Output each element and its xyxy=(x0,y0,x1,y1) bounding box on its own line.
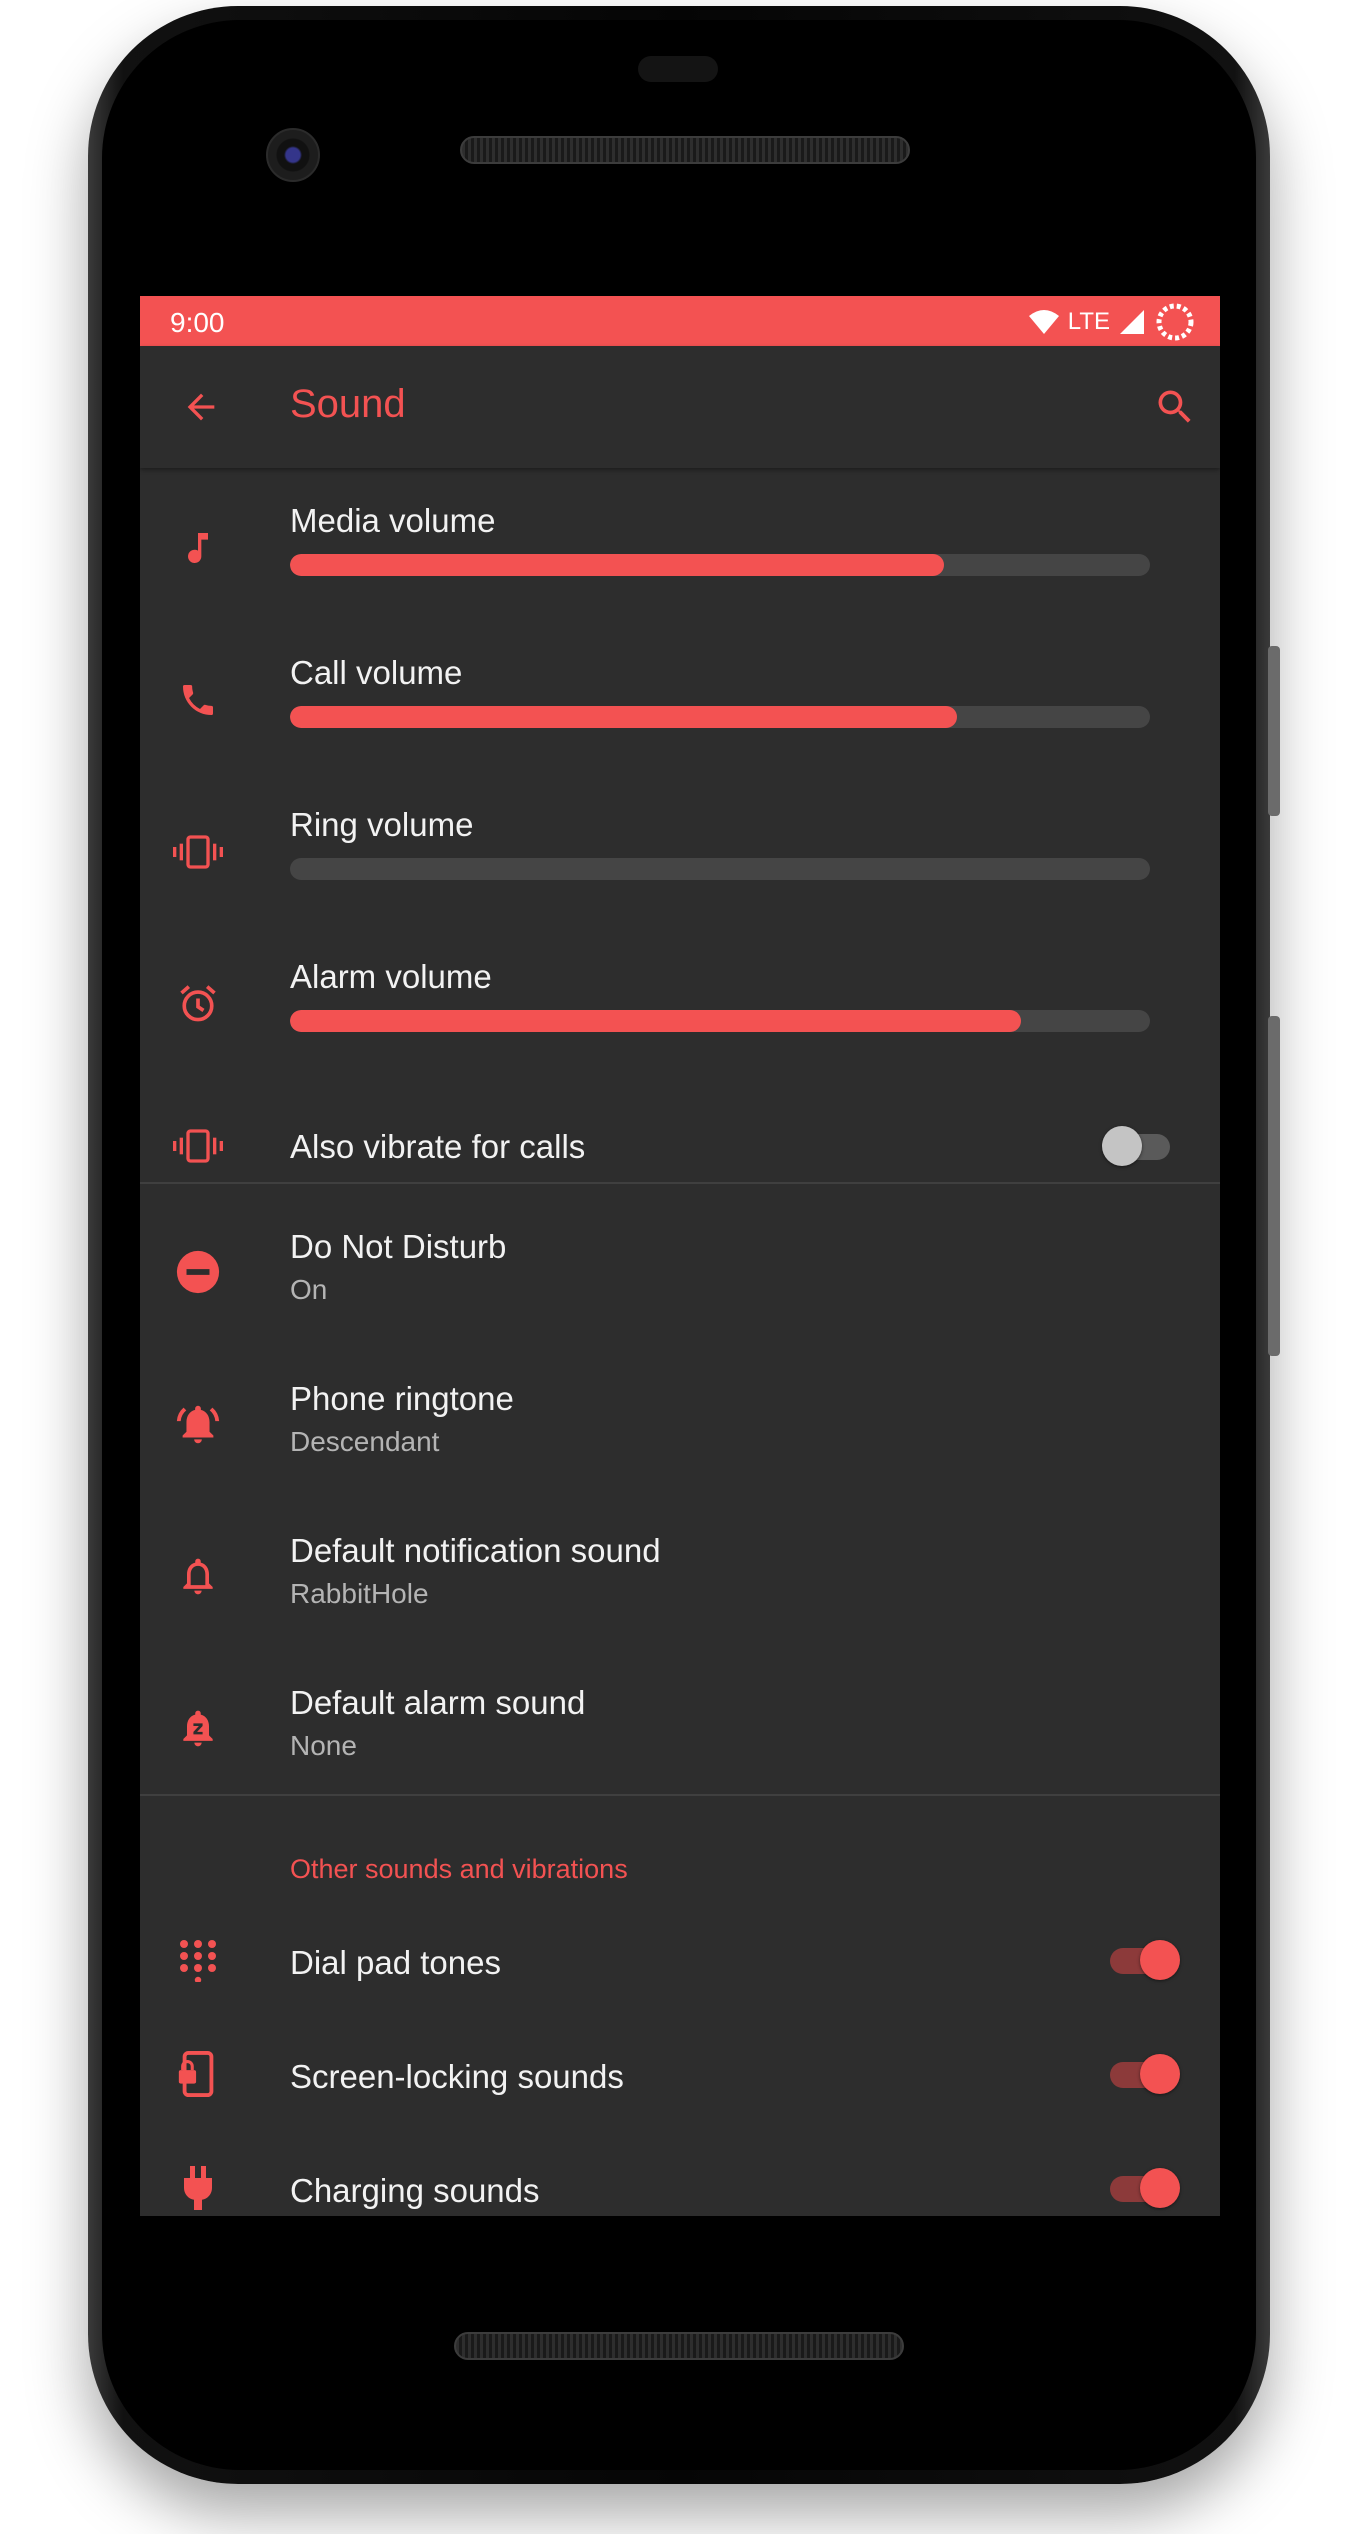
setting-summary: None xyxy=(290,1730,357,1761)
volume-label: Media volume xyxy=(290,502,496,539)
divider xyxy=(140,1794,1220,1796)
proximity-sensor xyxy=(638,56,718,82)
music-note-icon xyxy=(170,520,226,576)
vibrate-for-calls-row[interactable]: Also vibrate for calls xyxy=(140,1096,1220,1196)
volume-row-media: Media volume xyxy=(140,486,1220,626)
call-volume-fill xyxy=(290,706,957,728)
setting-title: Do Not Disturb xyxy=(290,1228,507,1265)
setting-title: Default notification sound xyxy=(290,1532,661,1569)
search-icon xyxy=(1153,385,1197,429)
app-bar: Sound xyxy=(140,346,1220,468)
charging-plug-icon xyxy=(170,2160,226,2216)
alarm-volume-fill xyxy=(290,1010,1021,1032)
toggle-row-charging-sounds[interactable]: Charging sounds xyxy=(140,2134,1220,2216)
toggle-row-screen-locking-sounds[interactable]: Screen-locking sounds xyxy=(140,2020,1220,2130)
dialpad-icon xyxy=(170,1932,226,1988)
ringing-bell-icon xyxy=(170,1396,226,1452)
status-bar: 9:00 LTE xyxy=(140,296,1220,346)
top-speaker-grille xyxy=(460,136,910,164)
alarm-volume-slider[interactable] xyxy=(290,1010,1150,1032)
charging-sounds-switch[interactable] xyxy=(1110,2168,1180,2208)
vibrate-for-calls-label: Also vibrate for calls xyxy=(290,1128,586,1165)
screen: 9:00 LTE Sound Media volume Call volume … xyxy=(140,296,1220,2216)
back-button[interactable] xyxy=(176,382,226,432)
search-button[interactable] xyxy=(1150,382,1200,432)
setting-summary: On xyxy=(290,1274,328,1305)
setting-summary: RabbitHole xyxy=(290,1578,429,1609)
toggle-label: Charging sounds xyxy=(290,2172,540,2209)
setting-title: Default alarm sound xyxy=(290,1684,586,1721)
phone-icon xyxy=(170,672,226,728)
section-header: Other sounds and vibrations xyxy=(290,1854,628,1884)
volume-label: Call volume xyxy=(290,654,463,691)
volume-row-alarm: Alarm volume xyxy=(140,942,1220,1082)
do-not-disturb-icon xyxy=(170,1244,226,1300)
signal-icon xyxy=(1118,308,1146,336)
network-type: LTE xyxy=(1067,308,1110,335)
toggle-label: Dial pad tones xyxy=(290,1944,501,1981)
ring-volume-slider[interactable] xyxy=(290,858,1150,880)
setting-do-not-disturb[interactable]: Do Not Disturb On xyxy=(140,1196,1220,1346)
media-volume-fill xyxy=(290,554,944,576)
vibrate-icon xyxy=(170,1118,226,1174)
alarm-sleep-icon xyxy=(170,1700,226,1756)
bell-icon xyxy=(170,1548,226,1604)
divider xyxy=(140,1182,1220,1184)
setting-alarm-sound[interactable]: Default alarm sound None xyxy=(140,1652,1220,1802)
power-button xyxy=(1268,646,1280,816)
media-volume-slider[interactable] xyxy=(290,554,1150,576)
front-camera xyxy=(266,128,320,182)
volume-button xyxy=(1268,1016,1280,1356)
setting-notification-sound[interactable]: Default notification sound RabbitHole xyxy=(140,1500,1220,1650)
status-time: 9:00 xyxy=(170,307,225,338)
screen-lock-icon xyxy=(170,2046,226,2102)
setting-title: Phone ringtone xyxy=(290,1380,514,1417)
screen-locking-sounds-switch[interactable] xyxy=(1110,2054,1180,2094)
vibrate-for-calls-switch[interactable] xyxy=(1102,1126,1170,1166)
volume-label: Alarm volume xyxy=(290,958,492,995)
setting-phone-ringtone[interactable]: Phone ringtone Descendant xyxy=(140,1348,1220,1498)
page-title: Sound xyxy=(290,382,406,426)
status-icons: LTE xyxy=(1028,302,1196,342)
back-arrow-icon xyxy=(181,387,221,427)
volume-row-ring: Ring volume xyxy=(140,790,1220,930)
bottom-speaker-grille xyxy=(454,2332,904,2360)
volume-row-call: Call volume xyxy=(140,638,1220,778)
vibrate-icon xyxy=(170,824,226,880)
alarm-clock-icon xyxy=(170,976,226,1032)
toggle-label: Screen-locking sounds xyxy=(290,2058,624,2095)
wifi-icon xyxy=(1028,308,1060,336)
battery-loading-icon xyxy=(1154,301,1196,343)
dial-pad-tones-switch[interactable] xyxy=(1110,1940,1180,1980)
setting-summary: Descendant xyxy=(290,1426,440,1457)
toggle-row-dial-pad-tones[interactable]: Dial pad tones xyxy=(140,1906,1220,2016)
volume-label: Ring volume xyxy=(290,806,474,843)
call-volume-slider[interactable] xyxy=(290,706,1150,728)
